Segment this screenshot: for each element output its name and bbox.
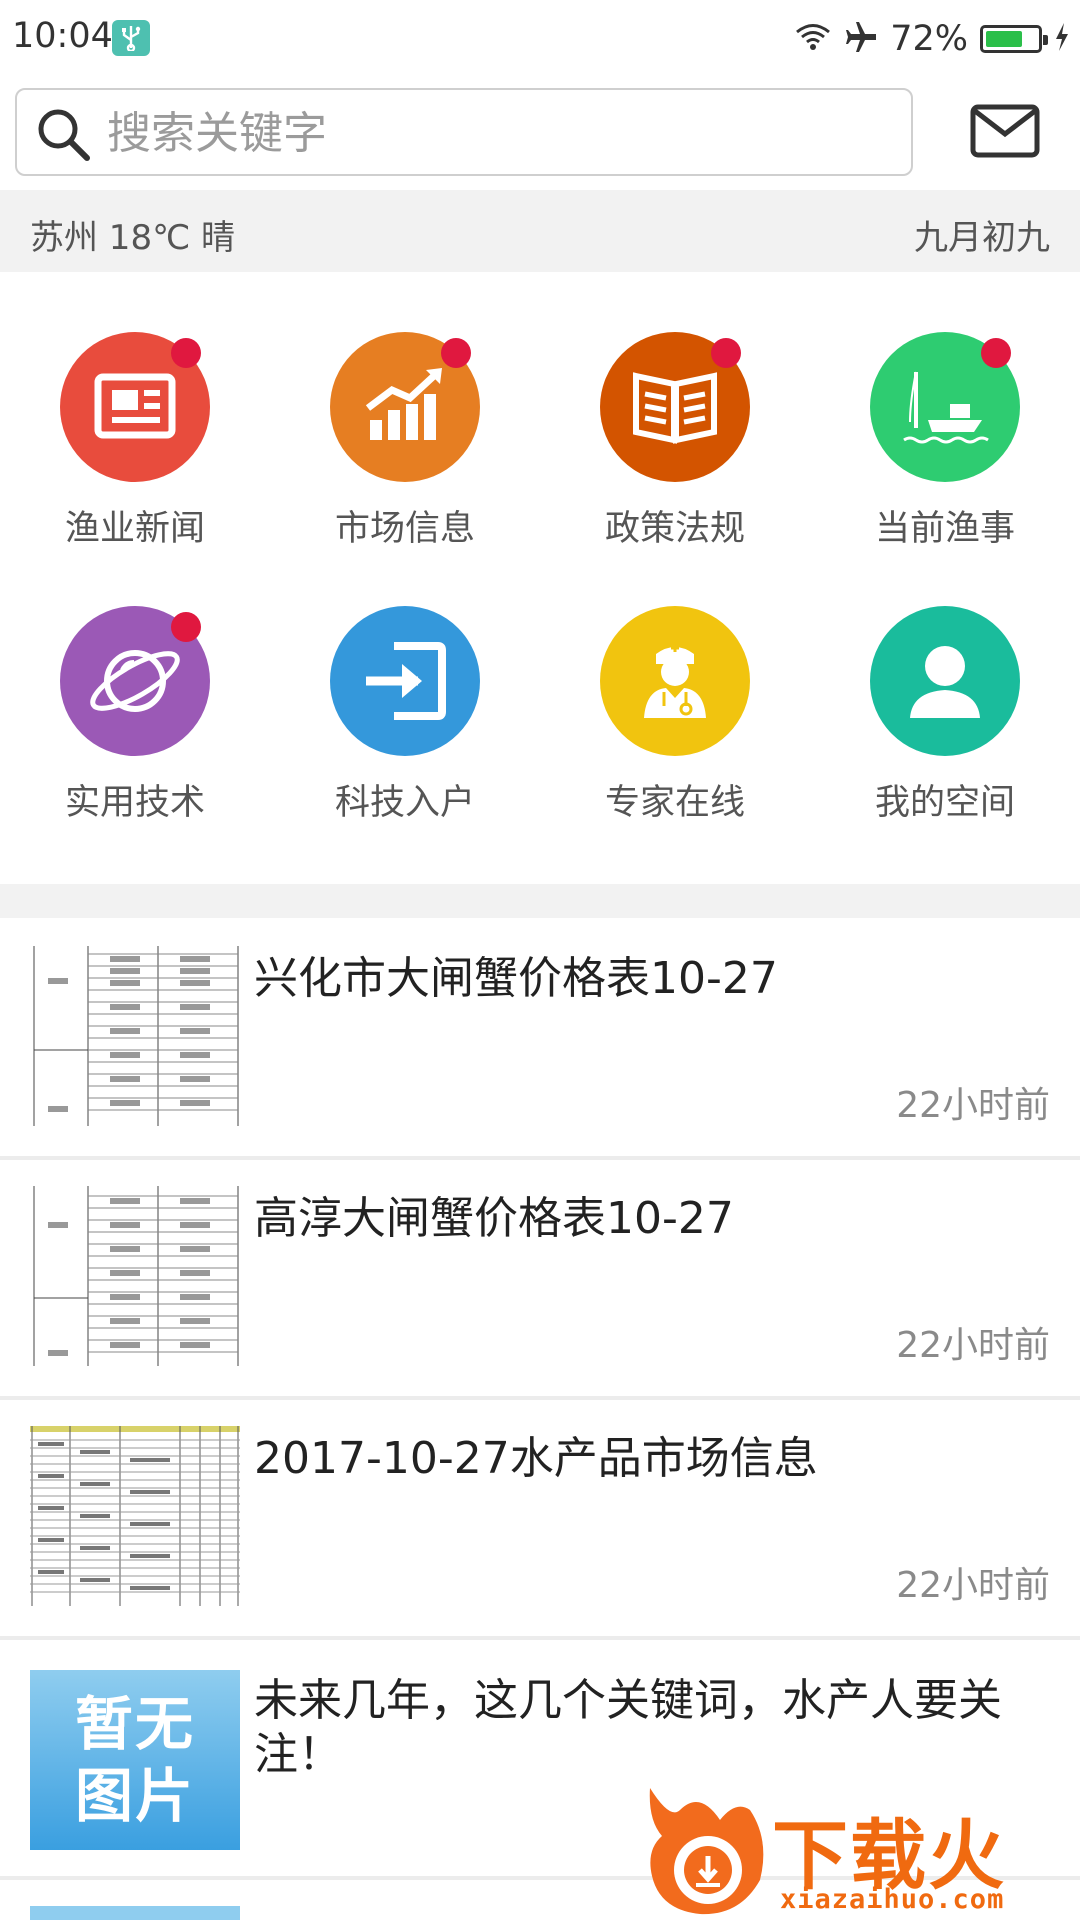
status-bar: 10:04 72% (0, 0, 1080, 78)
battery-percent: 72% (890, 19, 968, 59)
grid-item-market-info[interactable]: 市场信息 (270, 272, 540, 549)
no-image-placeholder: 暂无 图片 (30, 1670, 240, 1850)
notification-dot (711, 338, 741, 368)
lunar-date: 九月初九 (914, 218, 1050, 258)
news-thumbnail (30, 946, 240, 1126)
flame-logo-icon (649, 1788, 764, 1915)
news-time: 22小时前 (896, 1565, 1050, 1606)
grid-label: 实用技术 (64, 783, 205, 823)
grid-label: 我的空间 (874, 783, 1015, 823)
grid-item-policy[interactable]: 政策法规 (540, 272, 810, 549)
grid-item-expert-online[interactable]: 专家在线 (540, 546, 810, 823)
weather-bar: 苏州 18℃ 晴 九月初九 (0, 190, 1080, 272)
grid-item-fishery-news[interactable]: 渔业新闻 (0, 272, 270, 549)
grid-label: 市场信息 (334, 509, 475, 549)
news-title: 未来几年，这几个关键词，水产人要关注！ (254, 1675, 1002, 1780)
news-time: 22小时前 (896, 1085, 1050, 1126)
grid-label: 政策法规 (604, 509, 745, 549)
airplane-icon (844, 20, 878, 58)
watermark-url: xiazaihuo.com (780, 1884, 1005, 1915)
notification-dot (171, 338, 201, 368)
grid-item-my-space[interactable]: 我的空间 (810, 546, 1080, 823)
grid-item-fishing-affairs[interactable]: 当前渔事 (810, 272, 1080, 549)
news-item[interactable]: 高淳大闸蟹价格表10-27 22小时前 (0, 1160, 1080, 1396)
news-thumbnail (30, 1426, 240, 1606)
status-time: 10:04 (12, 16, 113, 56)
news-time: 22小时前 (896, 1325, 1050, 1366)
charging-icon (1054, 22, 1070, 56)
mail-icon[interactable] (970, 104, 1040, 162)
news-title: 高淳大闸蟹价格表10-27 (254, 1193, 734, 1244)
news-item[interactable]: 兴化市大闸蟹价格表10-27 22小时前 (0, 918, 1080, 1156)
search-box[interactable] (15, 88, 913, 176)
grid-label: 渔业新闻 (64, 509, 205, 549)
notification-dot (981, 338, 1011, 368)
section-divider (0, 884, 1080, 918)
news-title: 兴化市大闸蟹价格表10-27 (254, 953, 778, 1004)
user-icon (870, 606, 1020, 756)
usb-icon (112, 20, 150, 56)
search-input[interactable] (105, 90, 889, 176)
news-thumbnail-partial (30, 1906, 240, 1920)
watermark: 下载火 xiazaihuo.com (640, 1780, 1080, 1920)
notification-dot (441, 338, 471, 368)
news-item[interactable]: 2017-10-27水产品市场信息 22小时前 (0, 1400, 1080, 1636)
wifi-icon (794, 22, 832, 56)
login-arrow-icon (330, 606, 480, 756)
grid-item-practical-tech[interactable]: 实用技术 (0, 546, 270, 823)
grid-label: 当前渔事 (874, 509, 1015, 549)
notification-dot (171, 612, 201, 642)
news-thumbnail (30, 1186, 240, 1366)
battery-icon (980, 25, 1048, 53)
grid-item-tech-household[interactable]: 科技入户 (270, 546, 540, 823)
grid-label: 科技入户 (334, 783, 475, 823)
doctor-icon (600, 606, 750, 756)
news-title: 2017-10-27水产品市场信息 (254, 1433, 818, 1484)
search-icon (35, 106, 93, 168)
feature-grid: 渔业新闻 市场信息 政策法规 当前渔事 实用技术 科技入户 专家在线 我的空间 (0, 272, 1080, 884)
grid-label: 专家在线 (604, 783, 745, 823)
weather-info: 苏州 18℃ 晴 (30, 218, 236, 258)
